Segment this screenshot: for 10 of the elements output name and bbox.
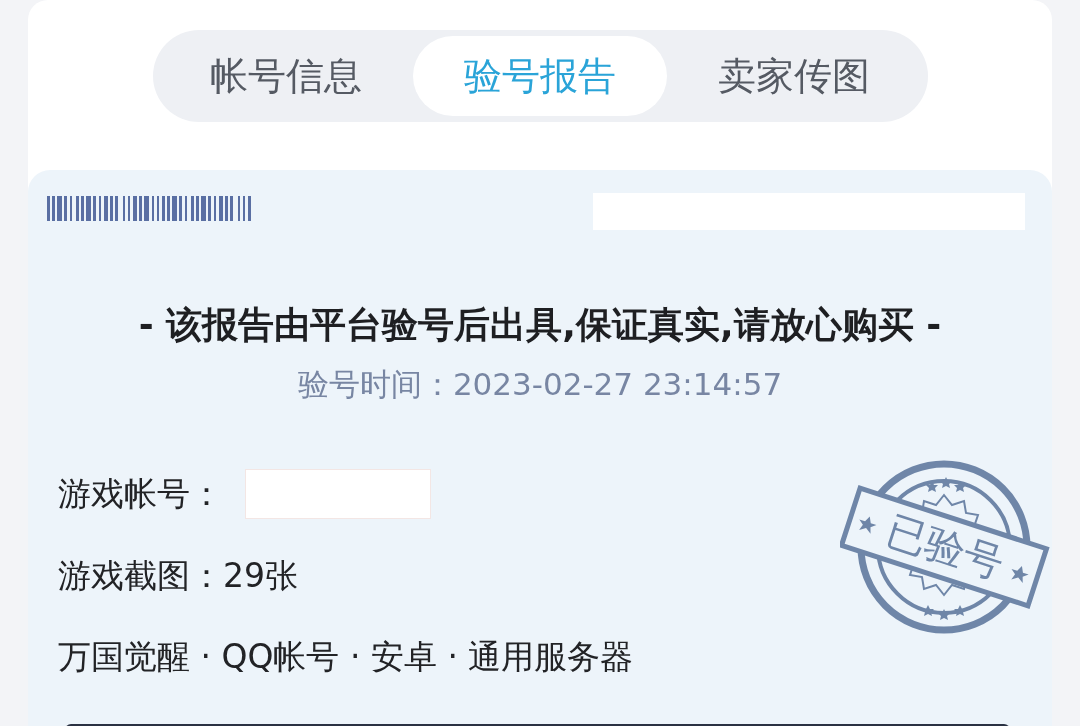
field-value: 29张 [223,555,298,597]
barcode-icon [47,196,251,221]
tab[interactable]: 卖家传图 [667,36,922,116]
field-label: 游戏截图： [58,555,223,597]
stamp-label: 已验号 [880,506,1010,588]
field-label: 游戏帐号： [58,473,223,515]
tab[interactable]: 帐号信息 [158,36,413,116]
account-tags: 万国觉醒 · QQ帐号 · 安卓 · 通用服务器 [58,635,634,679]
report-notice: - 该报告由平台验号后出具,保证真实,请放心购买 - [138,303,942,347]
check-time: 验号时间：2023-02-27 23:14:57 [297,365,783,404]
